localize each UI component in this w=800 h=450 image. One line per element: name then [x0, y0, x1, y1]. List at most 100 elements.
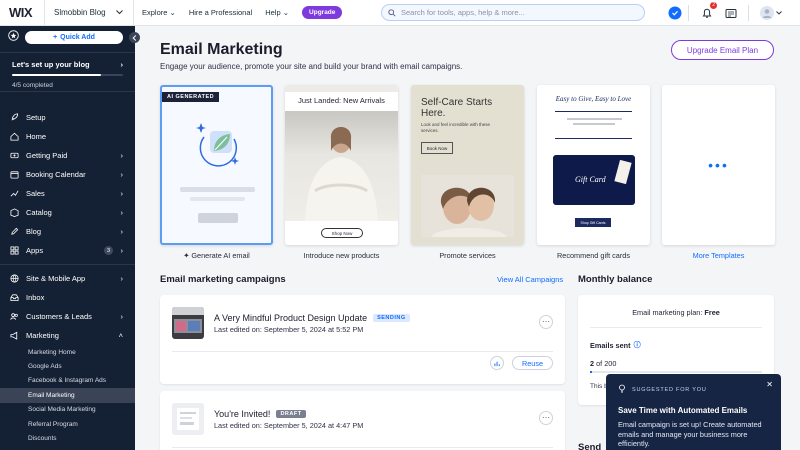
campaign-title[interactable]: A Very Mindful Product Design Update	[214, 313, 367, 323]
template-label-new-products[interactable]: Introduce new products	[285, 251, 398, 260]
chevron-right-icon: ›	[120, 312, 124, 321]
sales-icon	[10, 190, 19, 197]
upgrade-email-plan-button[interactable]: Upgrade Email Plan	[671, 40, 774, 60]
view-all-campaigns-link[interactable]: View All Campaigns	[497, 275, 563, 284]
suggestion-popup: SUGGESTED FOR YOU ✕ Save Time with Autom…	[606, 374, 781, 450]
chevron-right-icon: ›	[120, 274, 124, 283]
search-bar[interactable]	[381, 4, 645, 21]
placeholder-line	[180, 187, 255, 192]
plan-line: Email marketing plan: Free	[632, 308, 720, 317]
campaign-title[interactable]: You're Invited!	[214, 409, 270, 419]
setup-title: Let's set up your blog	[12, 60, 90, 69]
template-label-gift-cards[interactable]: Recommend gift cards	[537, 251, 650, 260]
campaign-card[interactable]: A Very Mindful Product Design Update SEN…	[160, 295, 565, 384]
women-photo	[421, 175, 514, 237]
placeholder-line	[190, 197, 245, 201]
sidebar-item-customers-leads[interactable]: Customers & Leads ›	[0, 307, 135, 326]
nav-help[interactable]: Help ⌄	[265, 8, 289, 17]
template-headline: Easy to Give, Easy to Love	[555, 95, 632, 103]
sidebar-sub-referral-program[interactable]: Referral Program	[0, 417, 135, 431]
plus-icon: +	[53, 33, 58, 41]
sidebar-item-getting-paid[interactable]: Getting Paid ›	[0, 146, 135, 165]
inbox-icon	[10, 294, 19, 302]
campaign-title-row: A Very Mindful Product Design Update SEN…	[214, 313, 410, 323]
sidebar-item-catalog[interactable]: Catalog ›	[0, 203, 135, 222]
top-bar: WIX Slmobbin Blog Explore ⌄ Hire a Profe…	[0, 0, 800, 26]
sidebar-sub-discounts[interactable]: Discounts	[0, 431, 135, 445]
gift-card-text: Gift Card	[575, 175, 606, 184]
more-templates-card[interactable]: •••	[662, 85, 775, 245]
nav-explore[interactable]: Explore ⌄	[142, 8, 176, 17]
divider	[748, 5, 749, 21]
template-headline: Just Landed: New Arrivals	[298, 96, 385, 105]
template-gift-button: Shop Gift Cards	[575, 218, 611, 227]
more-templates-link[interactable]: More Templates	[662, 251, 775, 260]
more-actions-button[interactable]: ⋯	[539, 315, 553, 329]
sidebar-item-blog[interactable]: Blog ›	[0, 222, 135, 241]
quick-add-button[interactable]: + Quick Add	[25, 30, 123, 44]
sidebar-item-apps[interactable]: Apps 3 ›	[0, 241, 135, 260]
search-input[interactable]	[401, 8, 631, 17]
campaign-card[interactable]: You're Invited! DRAFT Last edited on: Se…	[160, 391, 565, 450]
template-headline: Self-Care Starts Here.	[421, 97, 493, 119]
next-section-title: Send	[578, 442, 602, 450]
divider	[688, 5, 689, 21]
divider	[555, 111, 632, 112]
upgrade-pill-button[interactable]: Upgrade	[302, 6, 343, 19]
close-icon[interactable]: ✕	[766, 380, 773, 389]
template-photo	[421, 175, 514, 237]
template-book-button: Book Now	[421, 142, 453, 154]
campaigns-section-title: Email marketing campaigns	[160, 274, 286, 285]
sidebar-sub-email-marketing[interactable]: Email Marketing	[0, 388, 135, 403]
wix-logo[interactable]: WIX	[0, 5, 44, 20]
sidebar-sub-facebook-instagram-ads[interactable]: Facebook & Instagram Ads	[0, 374, 135, 388]
campaign-date: Last edited on: September 5, 2024 at 5:5…	[214, 325, 364, 334]
ai-generated-badge: AI GENERATED	[162, 92, 220, 102]
chevron-down-icon	[115, 10, 123, 15]
more-actions-button[interactable]: ⋯	[539, 411, 553, 425]
ellipsis-icon: ⋯	[542, 413, 550, 422]
placeholder-line	[567, 118, 622, 120]
placeholder-line	[573, 123, 615, 125]
stats-button[interactable]	[490, 356, 504, 370]
template-card-ai[interactable]: AI GENERATED	[160, 85, 273, 245]
setup-progress-card[interactable]: Let's set up your blog › 4/5 completed	[0, 52, 135, 92]
account-sync-icon[interactable]	[667, 5, 683, 21]
template-label-ai[interactable]: ✦ Generate AI email	[160, 251, 273, 260]
sidebar-sub-marketing-home[interactable]: Marketing Home	[0, 345, 135, 359]
site-selector[interactable]: Slmobbin Blog	[44, 0, 134, 26]
template-label-services[interactable]: Promote services	[411, 251, 524, 260]
nav-hire-professional[interactable]: Hire a Professional	[189, 8, 252, 17]
chevron-down-icon	[776, 11, 782, 15]
sidebar-item-home[interactable]: Home	[0, 127, 135, 146]
info-icon[interactable]: ⓘ	[634, 340, 641, 350]
template-photo	[285, 111, 398, 221]
template-shop-button: Shop Now	[321, 228, 363, 238]
bell-icon[interactable]: 2	[699, 2, 717, 21]
user-avatar[interactable]	[760, 5, 782, 21]
emails-sent-count: 2 of 200	[590, 359, 617, 368]
sidebar-item-sales[interactable]: Sales ›	[0, 184, 135, 203]
sidebar-sub-social-media-marketing[interactable]: Social Media Marketing	[0, 403, 135, 417]
sidebar-toggle-icon[interactable]	[8, 28, 19, 46]
plan-name: Free	[704, 308, 720, 317]
sidebar-sub-google-ads[interactable]: Google Ads	[0, 359, 135, 373]
sidebar-item-booking-calendar[interactable]: Booking Calendar ›	[0, 165, 135, 184]
sidebar-item-site-mobile-app[interactable]: Site & Mobile App ›	[0, 269, 135, 288]
sidebar-item-marketing[interactable]: Marketing ˄	[0, 326, 135, 345]
sidebar-item-inbox[interactable]: Inbox	[0, 288, 135, 307]
setup-progress-fill	[12, 74, 101, 76]
template-card-new-products[interactable]: Just Landed: New Arrivals Shop Now	[285, 85, 398, 245]
gift-card-ribbon	[614, 159, 632, 185]
sidebar-item-setup[interactable]: Setup	[0, 108, 135, 127]
reuse-button[interactable]: Reuse	[512, 356, 553, 370]
home-icon	[10, 132, 19, 141]
template-card-services[interactable]: Self-Care Starts Here. Look and feel inc…	[411, 85, 524, 245]
news-feed-icon[interactable]	[723, 5, 739, 21]
divider	[555, 138, 632, 139]
sparkle-icon: ✦	[183, 251, 190, 260]
notification-badge: 2	[710, 2, 717, 9]
campaign-thumbnail	[172, 403, 204, 435]
template-card-gift-cards[interactable]: Easy to Give, Easy to Love Gift Card Sho…	[537, 85, 650, 245]
search-icon	[388, 8, 396, 17]
